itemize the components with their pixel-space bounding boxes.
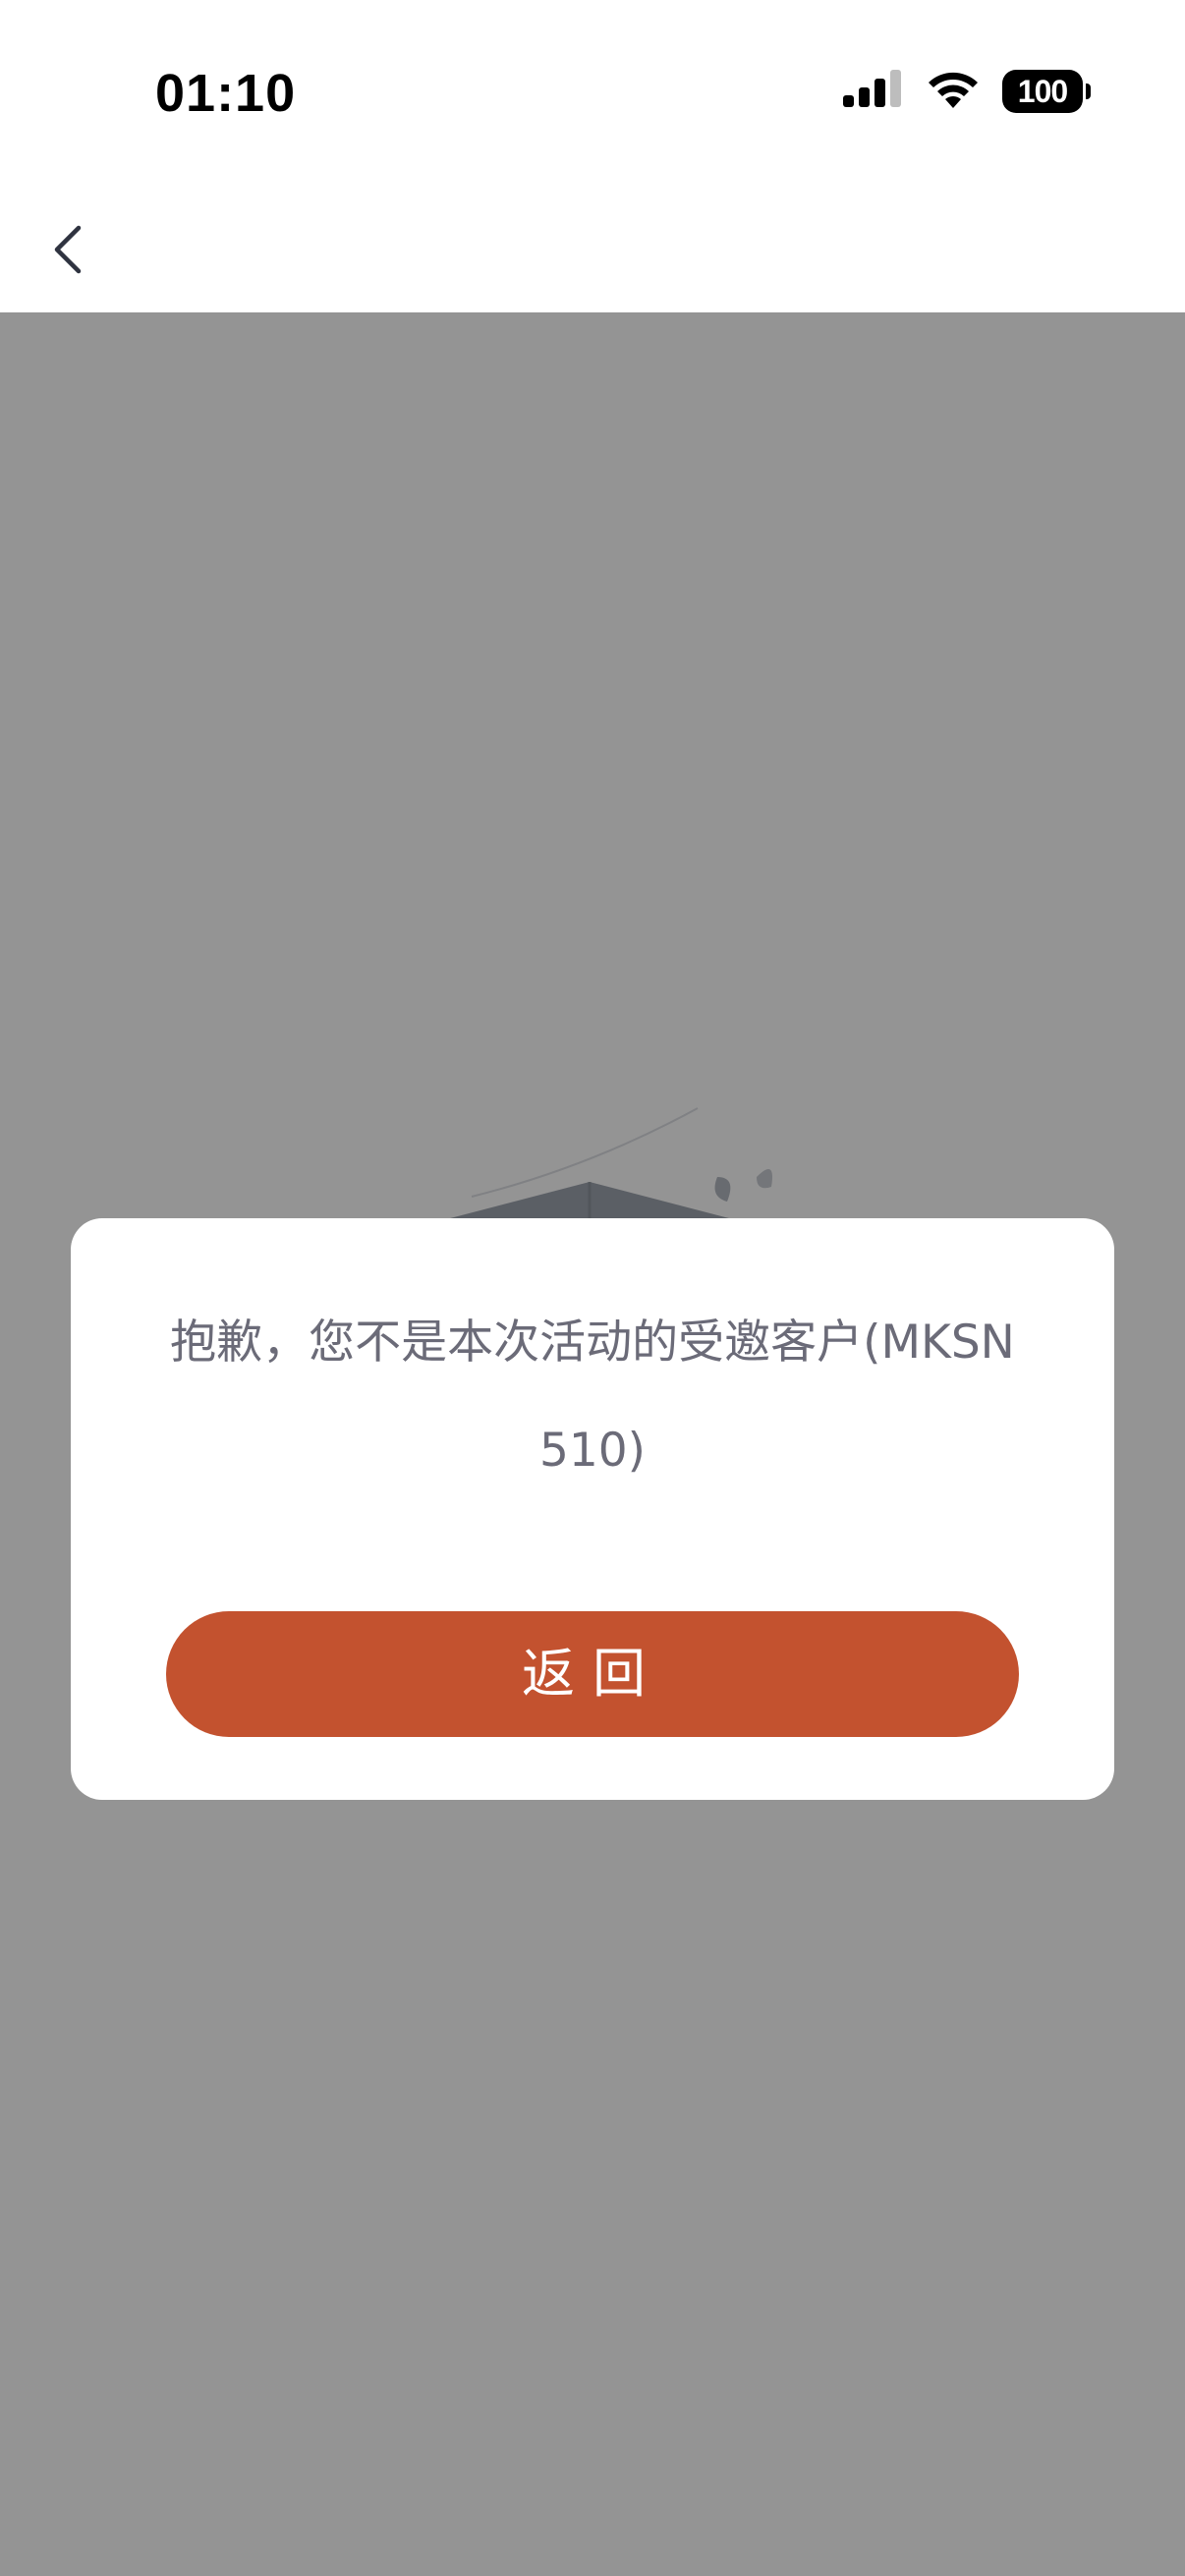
status-time: 01:10 (155, 64, 297, 123)
cellular-signal-icon (843, 70, 904, 113)
invite-error-dialog: 抱歉，您不是本次活动的受邀客户(MKSN510) 返回 (71, 1218, 1114, 1800)
battery-icon: 100 (1002, 70, 1091, 113)
return-button[interactable]: 返回 (166, 1611, 1019, 1737)
wifi-icon (926, 69, 981, 114)
status-bar: 01:10 100 (0, 0, 1185, 193)
chevron-left-icon (49, 222, 88, 281)
nav-bar (0, 193, 1185, 312)
status-icons: 100 (843, 69, 1091, 114)
back-button[interactable] (29, 212, 108, 291)
dialog-message: 抱歉，您不是本次活动的受邀客户(MKSN510) (170, 1316, 1015, 1478)
